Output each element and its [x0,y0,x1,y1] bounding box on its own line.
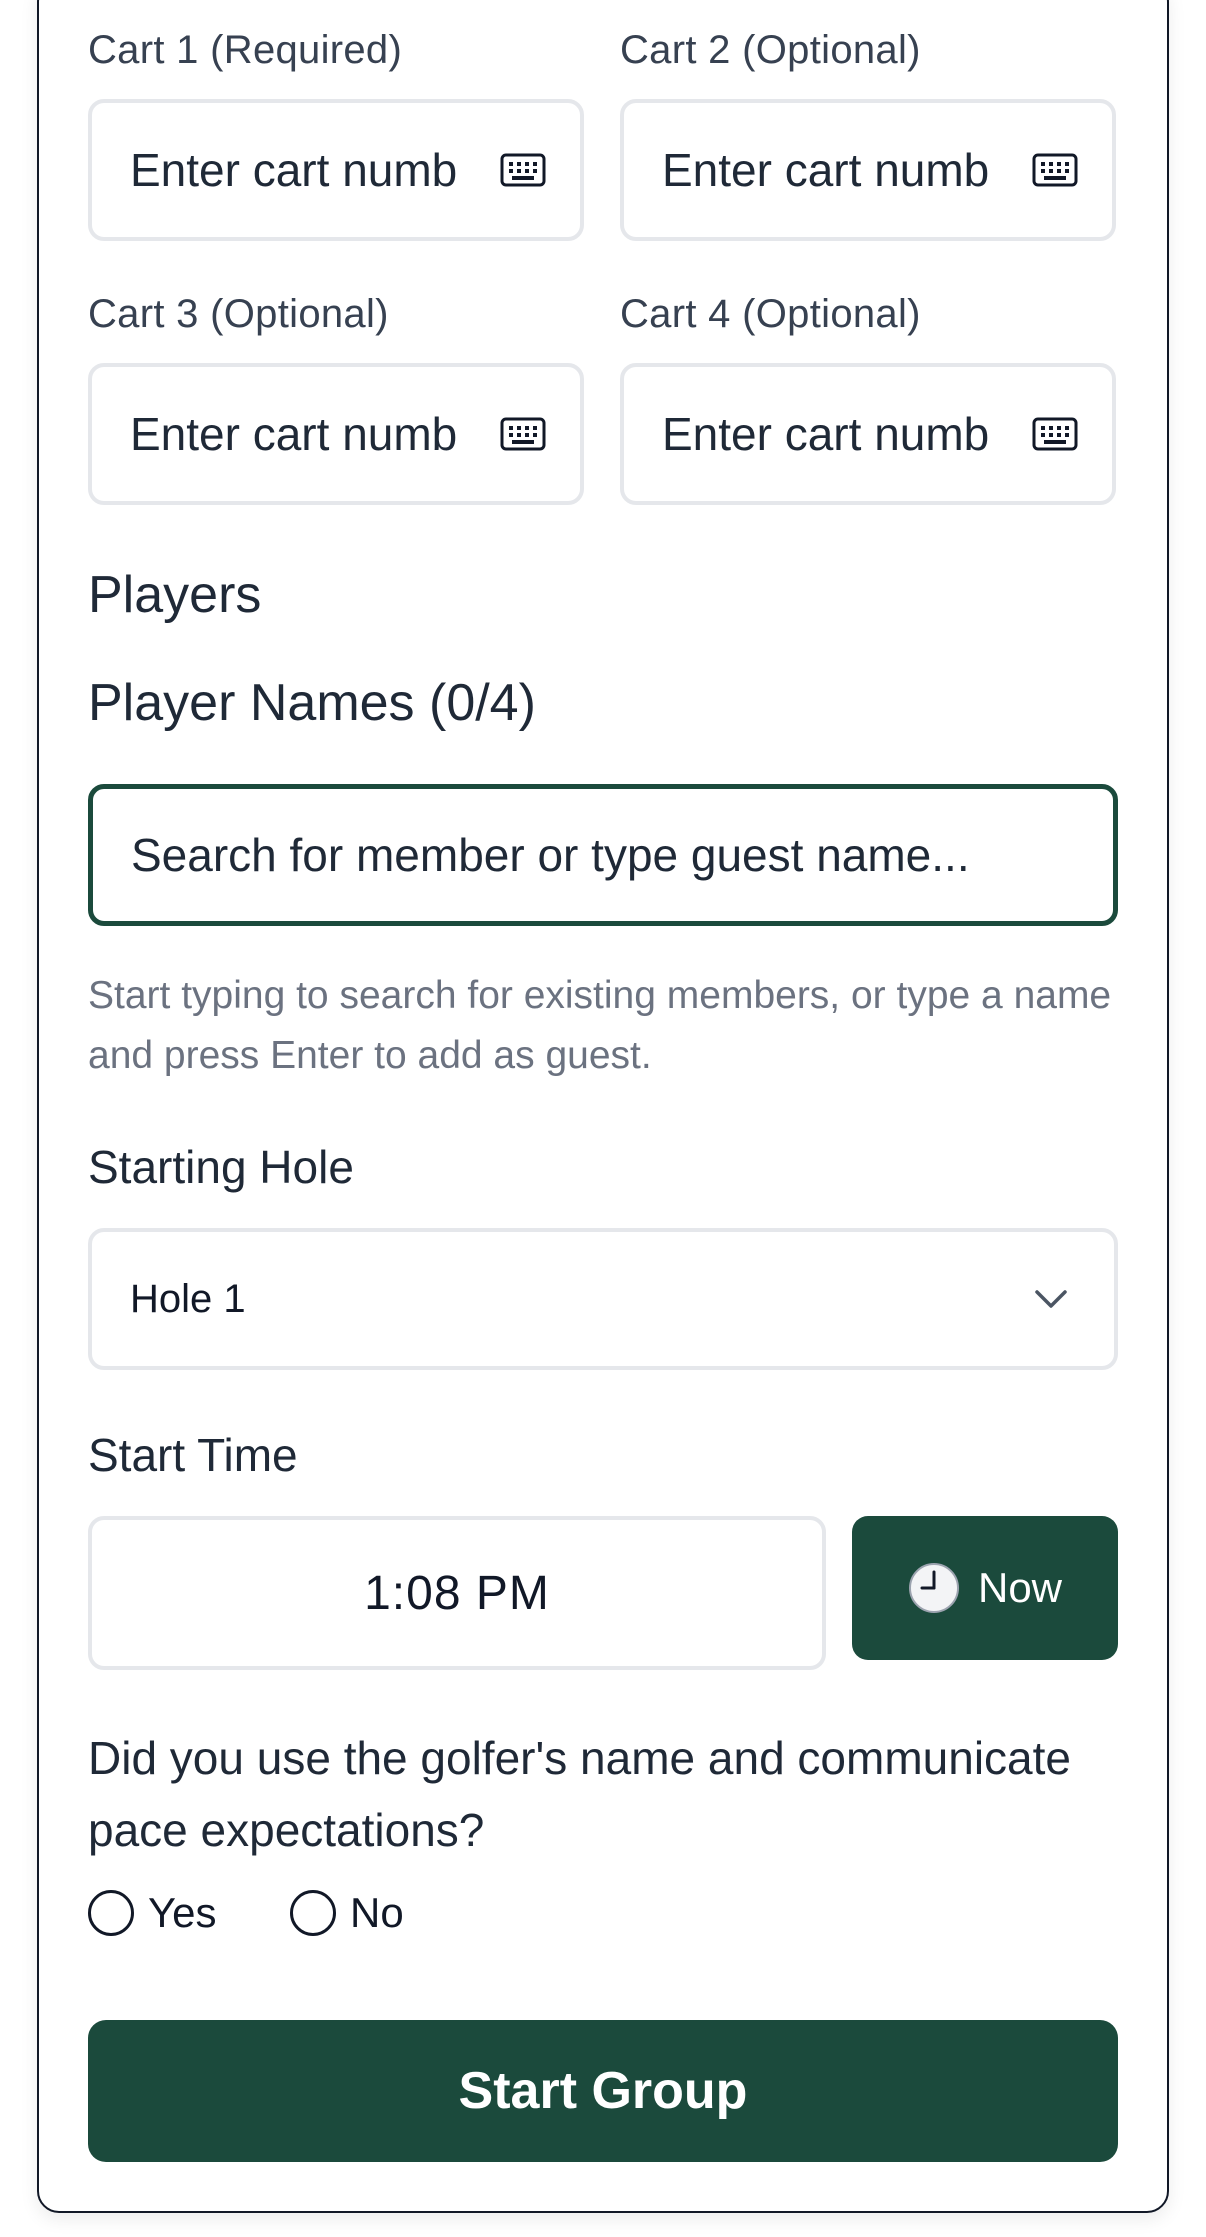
start-group-button-label: Start Group [458,2062,748,2120]
player-names-label: Player Names (0/4) [88,674,536,732]
start-time-label: Start Time [88,1429,298,1481]
cart-1-label: Cart 1 (Required) [88,28,403,72]
cart-3-input[interactable]: Enter cart numb [88,363,584,505]
cart-4-input[interactable]: Enter cart numb [620,363,1116,505]
cart-1-input[interactable]: Enter cart numb [88,99,584,241]
chevron-down-icon [1035,1290,1067,1308]
cart-1-placeholder: Enter cart numb [130,144,458,196]
cart-4-label: Cart 4 (Optional) [620,292,921,336]
keyboard-icon[interactable] [500,153,546,187]
pace-radio-yes-label: Yes [148,1889,217,1936]
player-search-helper-text: Start typing to search for existing memb… [88,974,1112,1077]
players-section-title: Players [88,566,262,624]
start-group-button[interactable]: Start Group [88,2020,1118,2162]
cart-2-label: Cart 2 (Optional) [620,28,921,72]
starting-hole-label: Starting Hole [88,1141,354,1193]
keyboard-icon[interactable] [1032,153,1078,187]
start-time-value: 1:08 PM [364,1566,550,1620]
pace-radio-yes[interactable]: Yes [88,1889,217,1937]
radio-circle[interactable] [290,1890,336,1936]
keyboard-icon[interactable] [500,417,546,451]
pace-radio-no[interactable]: No [290,1889,404,1937]
cart-2-placeholder: Enter cart numb [662,144,990,196]
cart-4-placeholder: Enter cart numb [662,408,990,460]
clock-icon [908,1563,959,1613]
radio-circle[interactable] [88,1890,134,1936]
now-button-label: Now [977,1564,1063,1611]
cart-3-placeholder: Enter cart numb [130,408,458,460]
keyboard-icon[interactable] [1032,417,1078,451]
pace-question-text: Did you use the golfer's name and commun… [88,1732,1071,1856]
player-search-placeholder: Search for member or type guest name... [131,829,970,881]
player-search-input[interactable]: Search for member or type guest name... [88,784,1118,926]
cart-3-label: Cart 3 (Optional) [88,292,389,336]
starting-hole-selected-value: Hole 1 [130,1276,246,1321]
start-time-input[interactable]: 1:08 PM [88,1516,826,1670]
cart-2-input[interactable]: Enter cart numb [620,99,1116,241]
pace-radio-no-label: No [350,1889,404,1936]
starting-hole-select[interactable]: Hole 1 [88,1228,1118,1370]
now-button[interactable]: Now [852,1516,1118,1660]
